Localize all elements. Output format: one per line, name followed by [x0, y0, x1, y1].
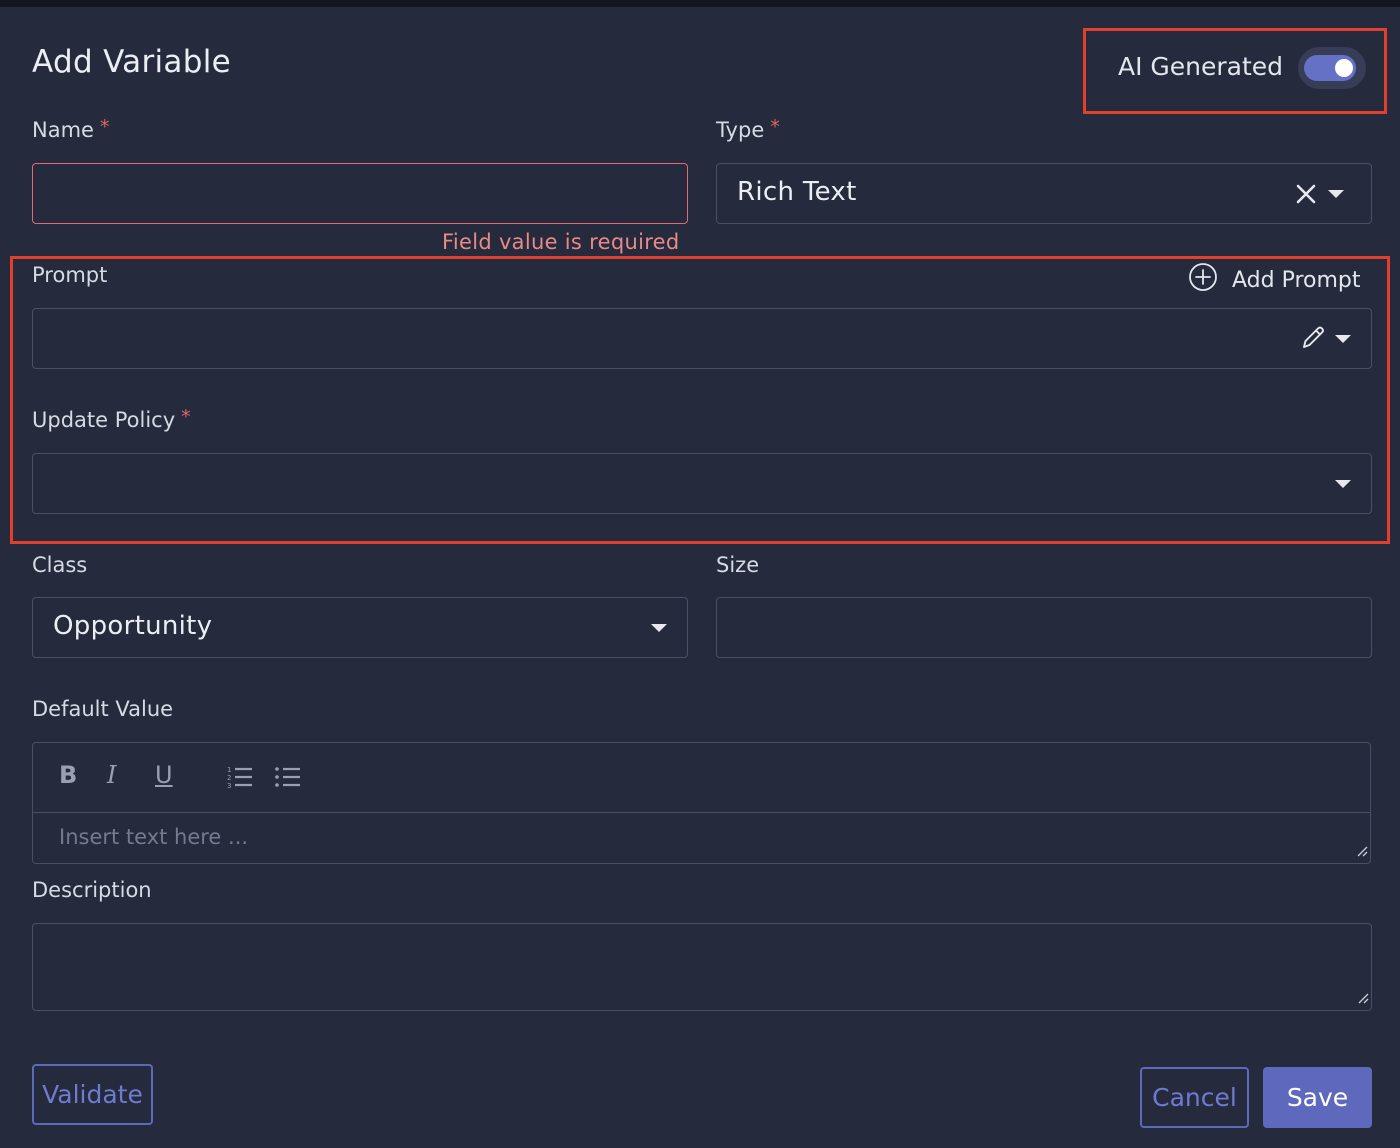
required-mark: * — [181, 406, 191, 428]
update-policy-select[interactable] — [32, 453, 1372, 514]
add-prompt-label: Add Prompt — [1232, 267, 1361, 293]
plus-circle-icon — [1188, 262, 1218, 298]
name-label: Name * — [32, 116, 110, 142]
bullet-list-icon[interactable] — [275, 765, 301, 795]
add-prompt-button[interactable]: Add Prompt — [1188, 262, 1361, 298]
svg-text:3: 3 — [227, 782, 231, 789]
required-mark: * — [99, 116, 110, 138]
type-label: Type * — [716, 116, 780, 142]
required-mark: * — [770, 116, 780, 138]
validate-button[interactable]: Validate — [32, 1064, 153, 1125]
chevron-down-icon[interactable] — [1335, 335, 1351, 343]
editor-toolbar: B I U 123 — [33, 743, 1370, 813]
default-value-editor[interactable]: B I U 123 Insert text here ... — [32, 742, 1371, 864]
window-top-bar — [0, 0, 1400, 7]
type-select-value: Rich Text — [737, 177, 857, 207]
ordered-list-icon[interactable]: 123 — [227, 765, 253, 795]
class-select[interactable]: Opportunity — [32, 597, 688, 658]
update-policy-label-text: Update Policy — [32, 408, 176, 432]
toggle-track-fill — [1304, 55, 1356, 81]
bold-icon[interactable]: B — [59, 761, 77, 789]
italic-icon[interactable]: I — [107, 761, 116, 789]
save-button[interactable]: Save — [1263, 1067, 1372, 1128]
prompt-select[interactable] — [32, 308, 1372, 369]
resize-handle-icon[interactable] — [1356, 842, 1368, 861]
prompt-label: Prompt — [32, 263, 108, 287]
ai-generated-toggle[interactable] — [1298, 47, 1366, 89]
ai-generated-label: AI Generated — [1118, 52, 1284, 81]
size-label: Size — [716, 553, 760, 577]
name-input[interactable] — [32, 163, 688, 224]
chevron-down-icon[interactable] — [1335, 480, 1351, 488]
chevron-down-icon[interactable] — [651, 624, 667, 632]
svg-text:1: 1 — [227, 766, 231, 774]
resize-handle-icon[interactable] — [1357, 989, 1369, 1008]
editor-placeholder: Insert text here ... — [59, 825, 249, 849]
type-select[interactable]: Rich Text — [716, 163, 1372, 224]
name-label-text: Name — [32, 118, 94, 142]
description-label: Description — [32, 878, 152, 902]
pencil-icon[interactable] — [1299, 324, 1327, 356]
type-label-text: Type — [716, 118, 765, 142]
dialog-title: Add Variable — [32, 44, 231, 80]
cancel-button[interactable]: Cancel — [1140, 1067, 1249, 1128]
name-error-message: Field value is required — [442, 230, 680, 254]
class-label: Class — [32, 553, 88, 577]
class-select-value: Opportunity — [53, 611, 213, 641]
update-policy-label: Update Policy * — [32, 406, 191, 432]
description-textarea[interactable] — [32, 923, 1372, 1011]
toggle-knob — [1335, 59, 1353, 77]
size-input[interactable] — [716, 597, 1372, 658]
clear-icon[interactable] — [1295, 183, 1317, 209]
svg-text:2: 2 — [227, 774, 231, 782]
default-value-label: Default Value — [32, 697, 174, 721]
underline-icon[interactable]: U — [155, 761, 173, 789]
chevron-down-icon[interactable] — [1328, 190, 1344, 198]
